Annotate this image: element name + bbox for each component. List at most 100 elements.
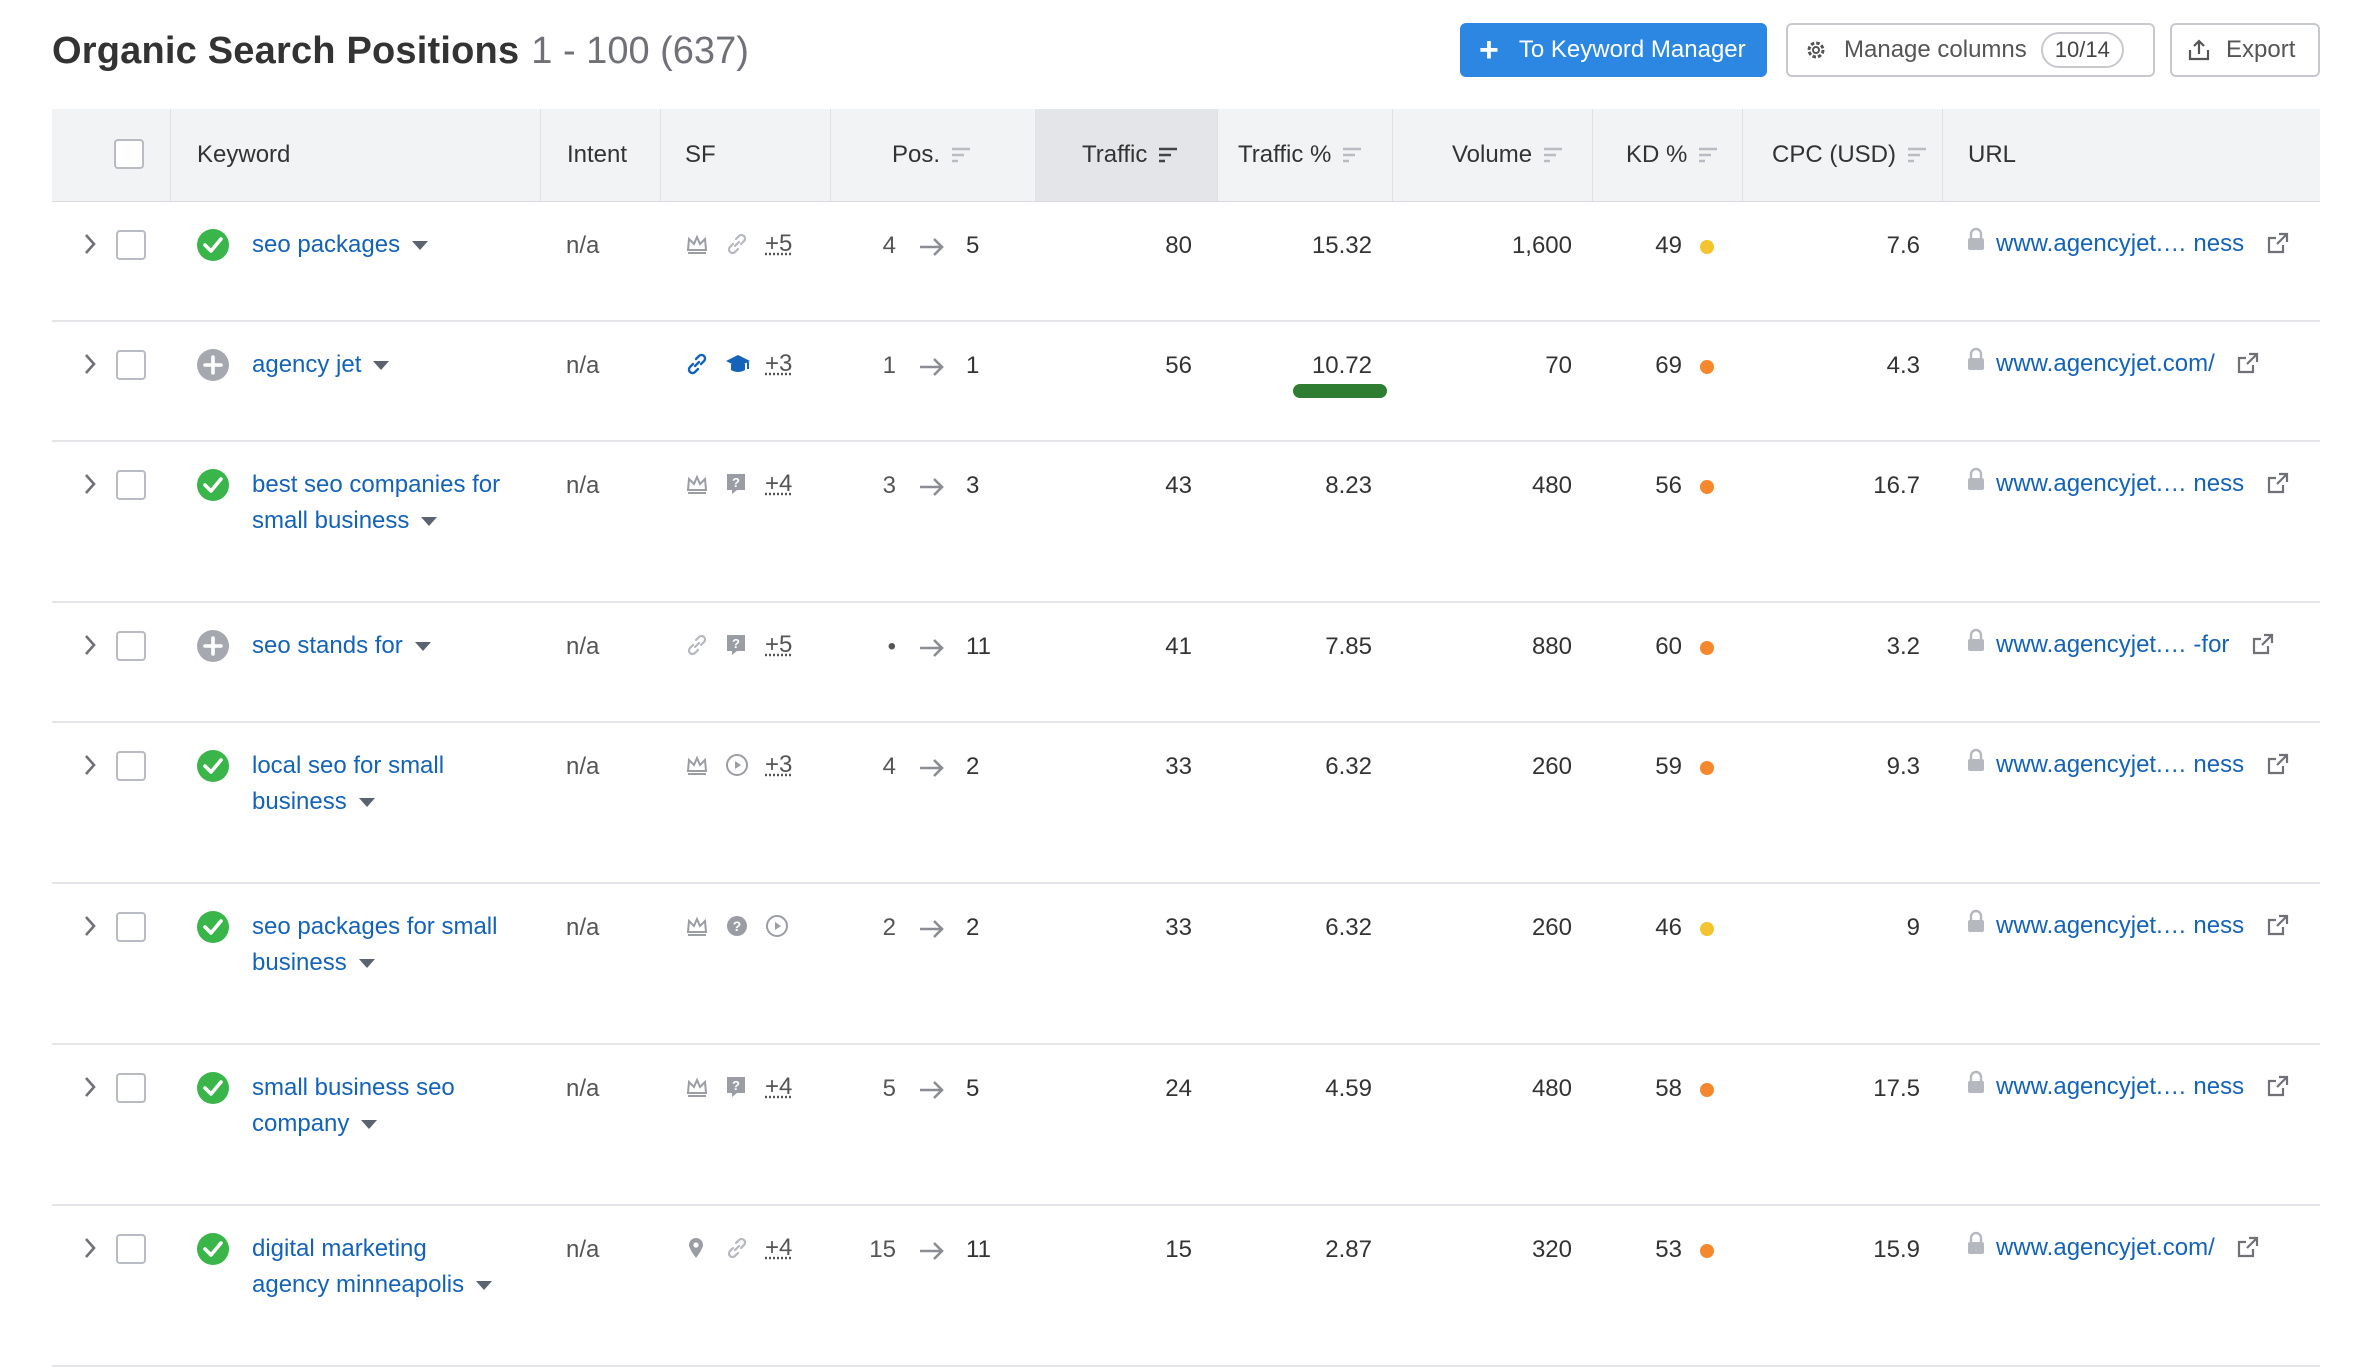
svg-text:?: ? [732,475,740,490]
keyword-link[interactable]: best seo companies for small business [252,467,542,539]
serp-features: +4 [685,1236,825,1266]
check-circle-icon [196,468,230,507]
url-link[interactable]: www.agencyjet.… -for [1996,631,2274,659]
keyword-link[interactable]: seo stands for [252,628,542,664]
chevron-right-icon[interactable] [82,753,98,777]
arrow-right-icon [918,1240,946,1262]
keyword-link[interactable]: agency jet [252,347,542,383]
column-header-intent[interactable]: Intent [567,109,627,201]
traffic-pct-value: 15.32 [1252,232,1372,260]
video-icon [725,753,749,784]
url-link[interactable]: www.agencyjet.… ness [1996,912,2289,940]
url-link[interactable]: www.agencyjet.… ness [1996,751,2289,779]
positions-table: Keyword Intent SF Pos. Traffic Traffic %… [52,109,2320,1367]
caret-down-icon[interactable] [373,361,389,370]
serp-features: +3 [685,352,825,382]
external-link-icon[interactable] [2267,914,2289,936]
keyword-link[interactable]: seo packages [252,227,542,263]
row-checkbox[interactable] [116,470,146,500]
arrow-right-icon [918,236,946,258]
serp-features-more[interactable]: +4 [765,1234,792,1262]
url-link[interactable]: www.agencyjet.… ness [1996,1073,2289,1101]
serp-features-more[interactable]: +4 [765,470,792,498]
kd-value: 58 [1632,1075,1682,1103]
export-button[interactable]: Export [2170,23,2320,77]
external-link-icon[interactable] [2237,1236,2259,1258]
crown-icon [685,753,709,784]
keyword-link[interactable]: small business seo company [252,1070,542,1142]
column-header-volume[interactable]: Volume [1452,109,1564,201]
chevron-right-icon[interactable] [82,633,98,657]
caret-down-icon[interactable] [361,1120,377,1129]
caret-down-icon[interactable] [476,1281,492,1290]
traffic-value: 80 [1092,232,1192,260]
arrow-right-icon [918,356,946,378]
chevron-right-icon[interactable] [82,914,98,938]
kd-value: 69 [1632,352,1682,380]
url-link[interactable]: www.agencyjet.… ness [1996,230,2289,258]
column-header-sf[interactable]: SF [685,109,716,201]
row-checkbox[interactable] [116,350,146,380]
gear-icon [1804,38,1828,62]
arrow-right-icon [918,757,946,779]
external-link-icon[interactable] [2267,753,2289,775]
caret-down-icon[interactable] [359,959,375,968]
row-checkbox[interactable] [116,751,146,781]
url-link[interactable]: www.agencyjet.com/ [1996,1234,2259,1262]
lock-icon [1966,226,1986,252]
serp-features: ? +4 [685,1075,825,1105]
manage-columns-button[interactable]: Manage columns 10/14 [1786,23,2155,77]
external-link-icon[interactable] [2237,352,2259,374]
external-link-icon[interactable] [2252,633,2274,655]
lock-icon [1966,1069,1986,1095]
column-divider [1942,109,1943,201]
previous-position: 5 [852,1075,896,1103]
chevron-right-icon[interactable] [82,232,98,256]
column-header-url[interactable]: URL [1968,109,2016,201]
external-link-icon[interactable] [2267,1075,2289,1097]
serp-features-more[interactable]: +3 [765,751,792,779]
current-position: 5 [966,232,979,260]
caret-down-icon[interactable] [359,798,375,807]
caret-down-icon[interactable] [415,642,431,651]
chevron-right-icon[interactable] [82,1236,98,1260]
chevron-right-icon[interactable] [82,1075,98,1099]
external-link-icon[interactable] [2267,472,2289,494]
caret-down-icon[interactable] [412,241,428,250]
keyword-link-line1: seo packages for small [252,913,497,940]
chevron-right-icon[interactable] [82,472,98,496]
keyword-link[interactable]: digital marketing agency minneapolis [252,1231,542,1303]
kd-difficulty-dot [1700,922,1714,936]
url-link[interactable]: www.agencyjet.com/ [1996,350,2259,378]
traffic-pct-value: 8.23 [1252,472,1372,500]
sort-icon [1542,146,1564,164]
row-checkbox[interactable] [116,230,146,260]
serp-features-more[interactable]: +5 [765,631,792,659]
previous-position: 15 [852,1236,896,1264]
column-header-kd[interactable]: KD % [1626,109,1719,201]
row-checkbox[interactable] [116,631,146,661]
column-header-traffic[interactable]: Traffic [1082,109,1179,201]
serp-features-more[interactable]: +4 [765,1073,792,1101]
keyword-link[interactable]: local seo for small business [252,748,542,820]
caret-down-icon[interactable] [421,517,437,526]
row-checkbox[interactable] [116,1234,146,1264]
column-header-keyword[interactable]: Keyword [197,109,290,201]
keyword-link[interactable]: seo packages for small business [252,909,542,981]
select-all-checkbox[interactable] [114,139,144,169]
chevron-right-icon[interactable] [82,352,98,376]
to-keyword-manager-button[interactable]: + To Keyword Manager [1460,23,1767,77]
serp-features-more[interactable]: +3 [765,350,792,378]
svg-text:?: ? [733,918,742,934]
traffic-pct-value: 7.85 [1252,633,1372,661]
serp-features-more[interactable]: +5 [765,230,792,258]
row-checkbox[interactable] [116,1073,146,1103]
row-checkbox[interactable] [116,912,146,942]
current-position: 2 [966,753,979,781]
column-header-traffic-pct[interactable]: Traffic % [1238,109,1363,201]
external-link-icon[interactable] [2267,232,2289,254]
url-link[interactable]: www.agencyjet.… ness [1996,470,2289,498]
column-header-cpc[interactable]: CPC (USD) [1772,109,1928,201]
column-header-pos[interactable]: Pos. [892,109,972,201]
table-row: seo packages n/a +5 4 5 80 15.32 1,600 4… [52,202,2320,322]
